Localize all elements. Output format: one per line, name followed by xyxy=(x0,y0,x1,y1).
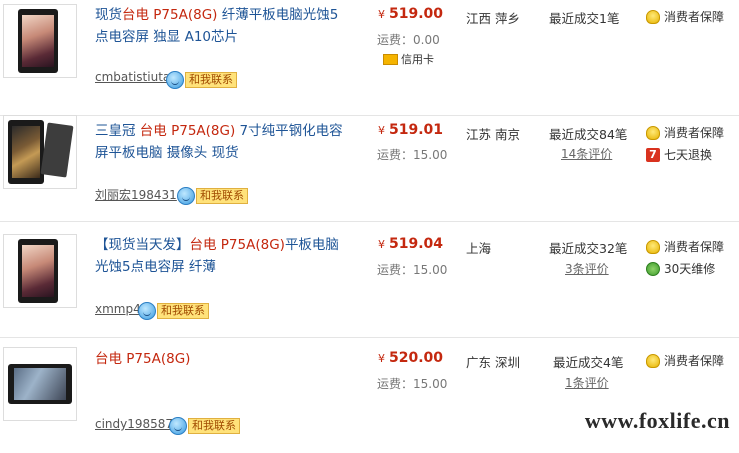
thirty-day-repair-icon xyxy=(646,261,660,276)
product-thumbnail[interactable] xyxy=(3,347,77,421)
contact-seller-button[interactable]: 和我联系 xyxy=(138,301,209,320)
listing-row: 【现货当天发】台电 P75A(8G)平板电脑 光蚀5点电容屏 纤薄 xmmp4 … xyxy=(0,222,739,338)
service-consumer-protection[interactable]: 消费者保障 xyxy=(646,352,724,369)
consumer-protection-icon xyxy=(646,353,660,368)
service-consumer-protection[interactable]: 消费者保障 xyxy=(646,8,724,25)
listing-row: 三皇冠 台电 P75A(8G) 7寸纯平钢化电容屏平板电脑 摄像头 现货 刘丽宏… xyxy=(0,106,739,222)
chat-face-icon xyxy=(166,70,184,89)
site-watermark: www.foxlife.cn xyxy=(584,408,730,433)
shipping-fee: 运费：15.00 xyxy=(377,377,448,391)
location: 江苏 南京 xyxy=(466,127,520,142)
seller-name-link[interactable]: xmmp4 xyxy=(95,302,141,316)
seller-name-link[interactable]: cmbatistiuta xyxy=(95,70,170,84)
price: ¥520.00 xyxy=(378,350,444,366)
consumer-protection-icon xyxy=(646,239,660,254)
location: 江西 萍乡 xyxy=(466,11,520,26)
chat-face-icon xyxy=(138,301,156,320)
chat-face-icon xyxy=(169,416,187,435)
shipping-fee: 运费：15.00 xyxy=(377,263,448,277)
recent-deals: 最近成交1笔 xyxy=(549,11,620,26)
product-title-link[interactable]: 现货台电 P75A(8G) 纤薄平板电脑光蚀5点电容屏 独显 A10芯片 xyxy=(95,4,345,48)
reviews-link[interactable]: 1条评价 xyxy=(565,374,609,391)
seller-name-link[interactable]: 刘丽宏198431 xyxy=(95,186,177,203)
listing-row: 现货台电 P75A(8G) 纤薄平板电脑光蚀5点电容屏 独显 A10芯片 cmb… xyxy=(0,0,739,116)
contact-seller-button[interactable]: 和我联系 xyxy=(177,186,248,205)
recent-deals: 最近成交84笔 xyxy=(549,127,628,142)
contact-seller-button[interactable]: 和我联系 xyxy=(166,70,237,89)
product-title-link[interactable]: 【现货当天发】台电 P75A(8G)平板电脑 光蚀5点电容屏 纤薄 xyxy=(95,234,345,278)
price: ¥519.00 xyxy=(378,6,444,22)
product-thumbnail[interactable] xyxy=(3,234,77,308)
price: ¥519.04 xyxy=(378,236,444,252)
service-thirty-day-repair[interactable]: 30天维修 xyxy=(646,260,715,277)
service-consumer-protection[interactable]: 消费者保障 xyxy=(646,124,724,141)
listing-row: 台电 P75A(8G) cindy198587 和我联系 ¥520.00 运费：… xyxy=(0,338,739,453)
reviews-link[interactable]: 3条评价 xyxy=(565,260,609,277)
product-title-link[interactable]: 台电 P75A(8G) xyxy=(95,348,345,370)
product-title-link[interactable]: 三皇冠 台电 P75A(8G) 7寸纯平钢化电容屏平板电脑 摄像头 现货 xyxy=(95,120,345,164)
location: 上海 xyxy=(466,241,492,256)
credit-card-icon xyxy=(383,53,398,65)
chat-face-icon xyxy=(177,186,195,205)
recent-deals: 最近成交4笔 xyxy=(553,355,624,370)
credit-card-badge: 信用卡 xyxy=(383,51,434,67)
price: ¥519.01 xyxy=(378,122,444,138)
recent-deals: 最近成交32笔 xyxy=(549,241,628,256)
product-thumbnail[interactable] xyxy=(3,115,77,189)
shipping-fee: 运费：15.00 xyxy=(377,148,448,162)
product-thumbnail[interactable] xyxy=(3,4,77,78)
contact-seller-button[interactable]: 和我联系 xyxy=(169,416,240,435)
service-consumer-protection[interactable]: 消费者保障 xyxy=(646,238,724,255)
consumer-protection-icon xyxy=(646,125,660,140)
consumer-protection-icon xyxy=(646,9,660,24)
seven-day-return-icon: 7 xyxy=(646,147,660,162)
reviews-link[interactable]: 14条评价 xyxy=(561,145,612,162)
service-seven-day-return[interactable]: 7 七天退换 xyxy=(646,146,712,163)
location: 广东 深圳 xyxy=(466,355,520,370)
shipping-fee: 运费：0.00 xyxy=(377,33,440,47)
seller-name-link[interactable]: cindy198587 xyxy=(95,417,173,431)
